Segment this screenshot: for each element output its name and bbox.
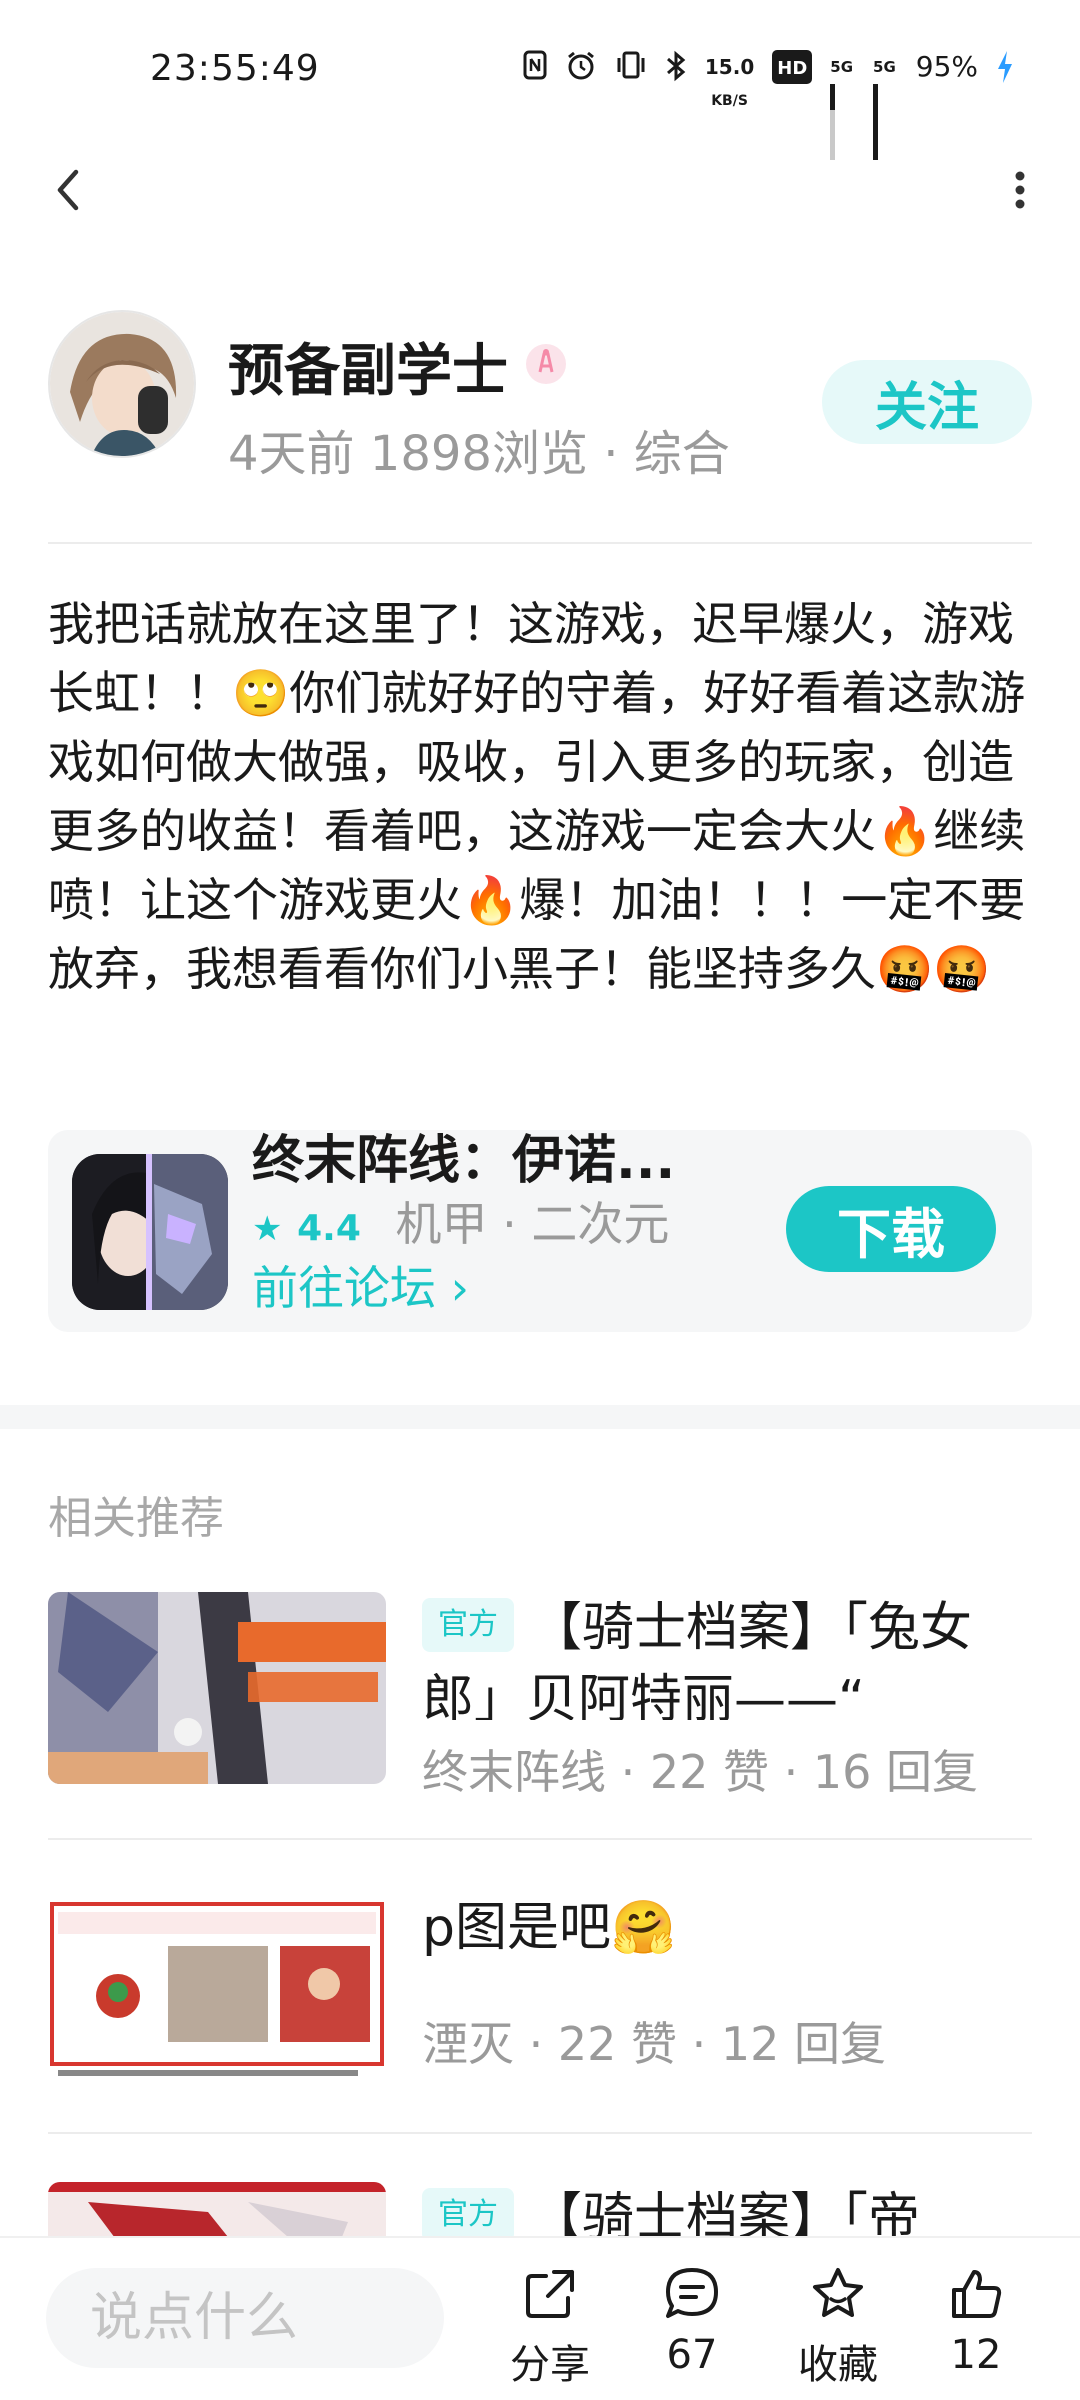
network-speed: 15.0 KB/S (704, 55, 755, 109)
favorite-label: 收藏 (798, 2342, 878, 2388)
alarm-icon (565, 50, 597, 84)
divider (48, 542, 1032, 544)
nfc-icon (523, 50, 547, 84)
battery-percent: 95% (915, 50, 978, 83)
signal-sim2-icon: 5G (873, 50, 898, 160)
vibrate-icon (615, 50, 647, 84)
author-name[interactable]: 预备副学士 (228, 326, 508, 407)
game-icon (72, 1154, 228, 1310)
author-header: 预备副学士 4天前 1898浏览 · 综合 关注 (48, 310, 1032, 482)
favorite-button[interactable]: 收藏 (778, 2264, 898, 2394)
signal-sim1-icon: 5G (830, 50, 855, 160)
share-button[interactable]: 分享 (490, 2264, 610, 2394)
official-tag: 官方 (422, 1598, 514, 1652)
share-icon (526, 2270, 574, 2318)
rating-star-icon: ★ (252, 1209, 283, 1249)
thumbnail (48, 1886, 386, 2078)
more-icon (1015, 171, 1025, 209)
comment-count: 67 (666, 2332, 718, 2378)
comment-input[interactable] (46, 2268, 444, 2368)
star-icon (813, 2268, 863, 2317)
verified-badge-icon (524, 342, 568, 386)
like-button[interactable]: 12 (916, 2264, 1036, 2394)
hd-voice-icon: HD (772, 50, 813, 84)
list-item[interactable]: 官方 【骑士档案】「兔女郎」贝阿特丽——“ 终末阵线 · 22 赞 · 16 回复 (48, 1592, 1032, 1799)
more-options-button[interactable] (990, 160, 1050, 220)
comment-icon (666, 2268, 718, 2318)
follow-button[interactable]: 关注 (822, 360, 1032, 444)
status-bar: 23:55:49 15.0 KB/S HD 5G 5G 95% (0, 0, 1080, 160)
like-count: 12 (950, 2332, 1002, 2378)
avatar[interactable] (48, 310, 196, 458)
related-section-title: 相关推荐 (48, 1493, 224, 1544)
status-icons: 15.0 KB/S HD 5G 5G 95% (523, 50, 1014, 160)
rec-meta: 终末阵线 · 22 赞 · 16 回复 (422, 1745, 979, 1799)
list-item[interactable]: p图是吧🤗 湮灭 · 22 赞 · 12 回复 (48, 1886, 1032, 2086)
charging-icon (996, 50, 1014, 84)
game-tags: 机甲 · 二次元 (395, 1197, 670, 1251)
rec-meta: 湮灭 · 22 赞 · 12 回复 (422, 2017, 887, 2071)
divider (48, 1838, 1032, 1840)
bluetooth-icon (665, 50, 687, 84)
share-label: 分享 (510, 2342, 590, 2388)
game-card[interactable]: 终末阵线：伊诺... ★ 4.4 机甲 · 二次元 前往论坛 › 下载 (48, 1130, 1032, 1332)
post-body: 我把话就放在这里了！这游戏，迟早爆火，游戏长虹！！🙄你们就好好的守着，好好看着这… (48, 597, 1026, 996)
game-rating-row: ★ 4.4 机甲 · 二次元 (252, 1188, 669, 1254)
game-rating: 4.4 (297, 1208, 361, 1249)
thumbnail (48, 1592, 386, 1784)
thumbs-up-icon (952, 2270, 1002, 2318)
section-separator (0, 1405, 1080, 1429)
post-meta: 4天前 1898浏览 · 综合 (228, 426, 730, 482)
comment-button[interactable]: 67 (632, 2264, 752, 2394)
status-time: 23:55:49 (150, 48, 320, 89)
official-tag: 官方 (422, 2188, 514, 2242)
back-button[interactable] (40, 160, 100, 220)
game-title[interactable]: 终末阵线：伊诺... (252, 1130, 675, 1193)
bottom-action-bar: 分享 67 收藏 12 (0, 2236, 1080, 2400)
rec-title: p图是吧🤗 (422, 1898, 676, 1958)
back-icon (57, 169, 79, 211)
download-button[interactable]: 下载 (786, 1186, 996, 1272)
forum-link[interactable]: 前往论坛 › (252, 1252, 469, 1318)
rec-title: 官方 【骑士档案】「兔女郎」贝阿特丽——“ (422, 1598, 973, 1720)
top-nav (0, 140, 1080, 250)
divider (48, 2132, 1032, 2134)
